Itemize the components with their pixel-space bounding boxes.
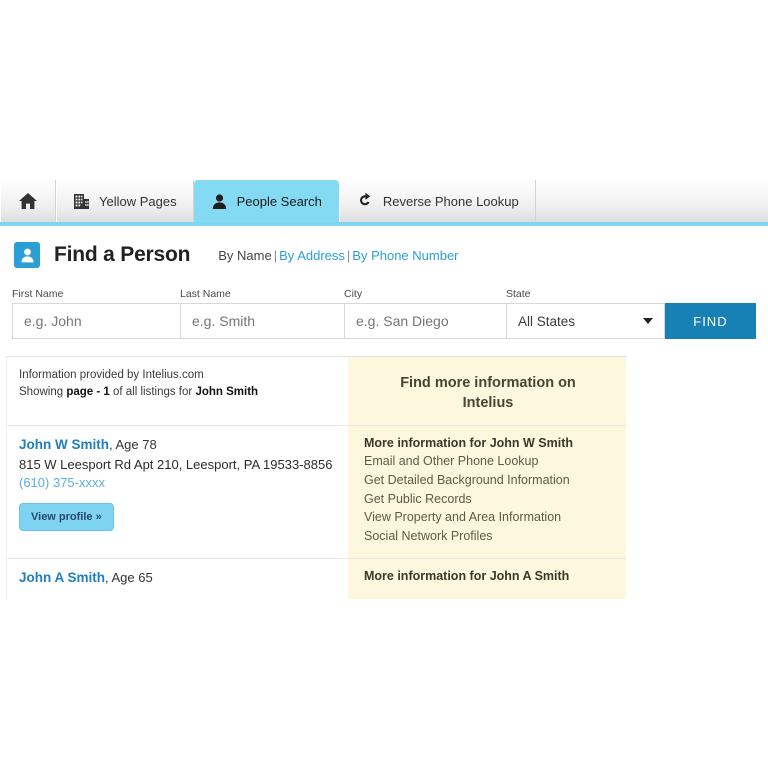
more-info-item[interactable]: Get Detailed Background Information — [364, 471, 612, 490]
home-icon — [18, 192, 38, 210]
state-select[interactable]: All States — [506, 303, 665, 339]
showing-query: John Smith — [195, 386, 259, 399]
tab-reverse-phone-lookup[interactable]: Reverse Phone Lookup — [338, 180, 536, 222]
state-select-value: All States — [518, 313, 576, 329]
promo-line-2: Intelius — [462, 394, 514, 411]
last-name-input[interactable] — [180, 303, 344, 339]
building-icon — [73, 193, 90, 210]
city-input[interactable] — [344, 303, 506, 339]
showing-page-number: page - 1 — [66, 386, 110, 399]
more-info-item[interactable]: Social Network Profiles — [364, 527, 612, 546]
showing-mid: of all listings for — [109, 386, 196, 399]
showing-prefix: Showing — [19, 386, 67, 399]
results-table: Information provided by Intelius.com Sho… — [6, 356, 626, 599]
page-title: Find a Person — [54, 243, 191, 266]
form-labels-row: First Name Last Name City State — [12, 288, 756, 300]
result-phone[interactable]: (610) 375-xxxx — [19, 475, 336, 490]
tab-label: Reverse Phone Lookup — [382, 193, 519, 209]
result-details: John W Smith, Age 78 815 W Leesport Rd A… — [7, 426, 348, 558]
search-form: First Name Last Name City State All Stat… — [12, 288, 756, 339]
find-person-header-row: Find a Person By Name | By Address | By Phon… — [6, 232, 762, 274]
link-separator: | — [273, 247, 278, 263]
result-name-line: John W Smith, Age 78 — [19, 436, 336, 454]
search-mode-links: By Name | By Address | By Phone Number — [218, 248, 458, 263]
by-phone-number-link[interactable]: By Phone Number — [352, 248, 458, 263]
showing-listings-text: Showing page - 1 of all listings for Joh… — [19, 384, 336, 401]
table-row: John A Smith, Age 65 More information fo… — [7, 558, 626, 599]
view-profile-button[interactable]: View profile » — [19, 503, 114, 532]
link-separator: | — [346, 247, 351, 263]
result-more-info: More information for John A Smith — [348, 558, 626, 599]
more-info-title: More information for John W Smith — [364, 436, 574, 451]
promo-line-1: Find more information on — [400, 375, 576, 391]
first-name-label: First Name — [12, 288, 64, 300]
more-info-item[interactable]: View Property and Area Information — [364, 508, 612, 527]
person-icon — [211, 193, 228, 210]
result-name-link[interactable]: John A Smith — [19, 570, 105, 585]
more-info-item[interactable]: Email and Other Phone Lookup — [364, 452, 612, 471]
tab-yellow-pages[interactable]: Yellow Pages — [56, 180, 194, 222]
more-info-title: More information for John A Smith — [364, 568, 570, 583]
result-address: 815 W Leesport Rd Apt 210, Leesport, PA … — [19, 457, 333, 473]
person-badge-icon — [14, 242, 40, 268]
result-name-line: John A Smith, Age 65 — [19, 569, 336, 587]
result-details: John A Smith, Age 65 — [7, 558, 348, 599]
tab-home[interactable] — [0, 180, 56, 222]
page-root: Yellow Pages People Search Reverse Phone… — [0, 0, 768, 768]
form-fields-row: All States FIND — [12, 303, 756, 339]
result-more-info: More information for John W Smith Email … — [348, 426, 626, 558]
by-address-link[interactable]: By Address — [279, 248, 345, 263]
first-name-input[interactable] — [12, 303, 180, 339]
provided-by-text: Information provided by Intelius.com — [19, 369, 204, 381]
last-name-label: Last Name — [180, 288, 231, 300]
promo-header: Find more information on Intelius — [348, 357, 626, 426]
find-button[interactable]: FIND — [664, 303, 756, 339]
result-age: , Age 65 — [105, 569, 153, 585]
reload-arrow-icon — [356, 192, 374, 210]
state-label: State — [506, 288, 531, 300]
result-name-link[interactable]: John W Smith — [19, 437, 109, 452]
find-person-header-panel: Find a Person By Name | By Address | By Phon… — [6, 232, 762, 274]
table-row: John W Smith, Age 78 815 W Leesport Rd A… — [7, 426, 626, 559]
main-tab-bar: Yellow Pages People Search Reverse Phone… — [0, 180, 768, 226]
promo-title: Find more information on Intelius — [364, 367, 612, 413]
results-info-row: Information provided by Intelius.com Sho… — [7, 357, 626, 427]
tab-people-search[interactable]: People Search — [193, 180, 339, 222]
more-info-item[interactable]: Get Public Records — [364, 490, 612, 509]
city-label: City — [344, 288, 363, 300]
tab-label: Yellow Pages — [99, 193, 177, 209]
tab-label: People Search — [236, 193, 322, 209]
by-name-link[interactable]: By Name — [218, 248, 271, 263]
result-age: , Age 78 — [109, 437, 157, 453]
results-info-left: Information provided by Intelius.com Sho… — [7, 357, 348, 426]
chevron-down-icon — [642, 318, 653, 324]
